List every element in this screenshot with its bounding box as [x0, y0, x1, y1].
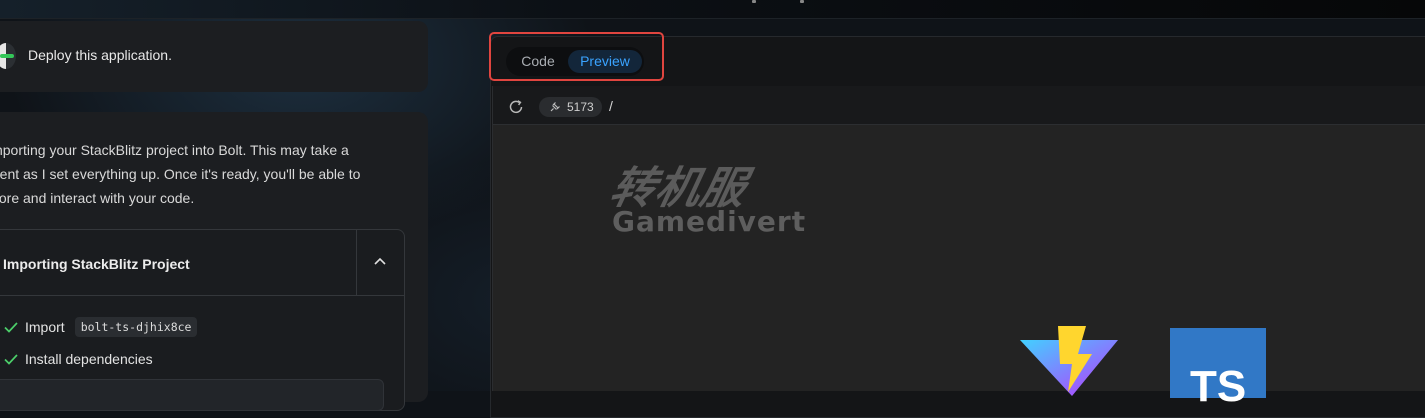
- ts-logo-text: TS: [1190, 362, 1247, 411]
- top-bar-mark: [752, 0, 756, 3]
- assistant-line: ment as I set everything up. Once it's r…: [0, 166, 361, 182]
- highlight-box: [489, 32, 664, 81]
- port-selector[interactable]: 5173: [539, 97, 602, 117]
- reload-icon[interactable]: [507, 98, 525, 116]
- plug-icon: [550, 102, 560, 112]
- artifact-panel: Importing StackBlitz Project Import bolt…: [0, 229, 405, 411]
- assistant-line: importing your StackBlitz project into B…: [0, 142, 349, 158]
- window-top-bar: [0, 0, 1425, 19]
- user-message-text: Deploy this application.: [28, 47, 172, 63]
- assistant-line: plore and interact with your code.: [0, 190, 195, 206]
- collapse-artifact-button[interactable]: [356, 230, 404, 295]
- step-label: Install dependencies: [25, 351, 153, 367]
- artifact-header[interactable]: Importing StackBlitz Project: [0, 230, 404, 296]
- url-path-input[interactable]: /: [609, 98, 613, 114]
- preview-address-bar: 5173 /: [493, 86, 1425, 125]
- port-number: 5173: [567, 100, 594, 114]
- typescript-logo: TS: [1170, 328, 1266, 411]
- artifact-step-import: Import bolt-ts-djhix8ce: [3, 317, 198, 337]
- user-message: Deploy this application.: [0, 21, 428, 92]
- avatar: [0, 43, 16, 69]
- step-label: Import: [25, 319, 65, 335]
- preview-panel: 5173 /: [492, 86, 1425, 391]
- top-bar-mark: [800, 0, 804, 3]
- artifact-title: Importing StackBlitz Project: [3, 256, 190, 272]
- command-output-box: [0, 379, 384, 411]
- check-icon: [4, 322, 18, 333]
- check-icon: [4, 354, 18, 365]
- chevron-up-icon: [374, 257, 386, 265]
- watermark-text: Gamedivert: [612, 205, 807, 238]
- vite-logo: [1020, 326, 1118, 396]
- assistant-message-text: importing your StackBlitz project into B…: [0, 138, 408, 210]
- project-id-code: bolt-ts-djhix8ce: [74, 317, 198, 337]
- artifact-step-install: Install dependencies: [3, 351, 153, 367]
